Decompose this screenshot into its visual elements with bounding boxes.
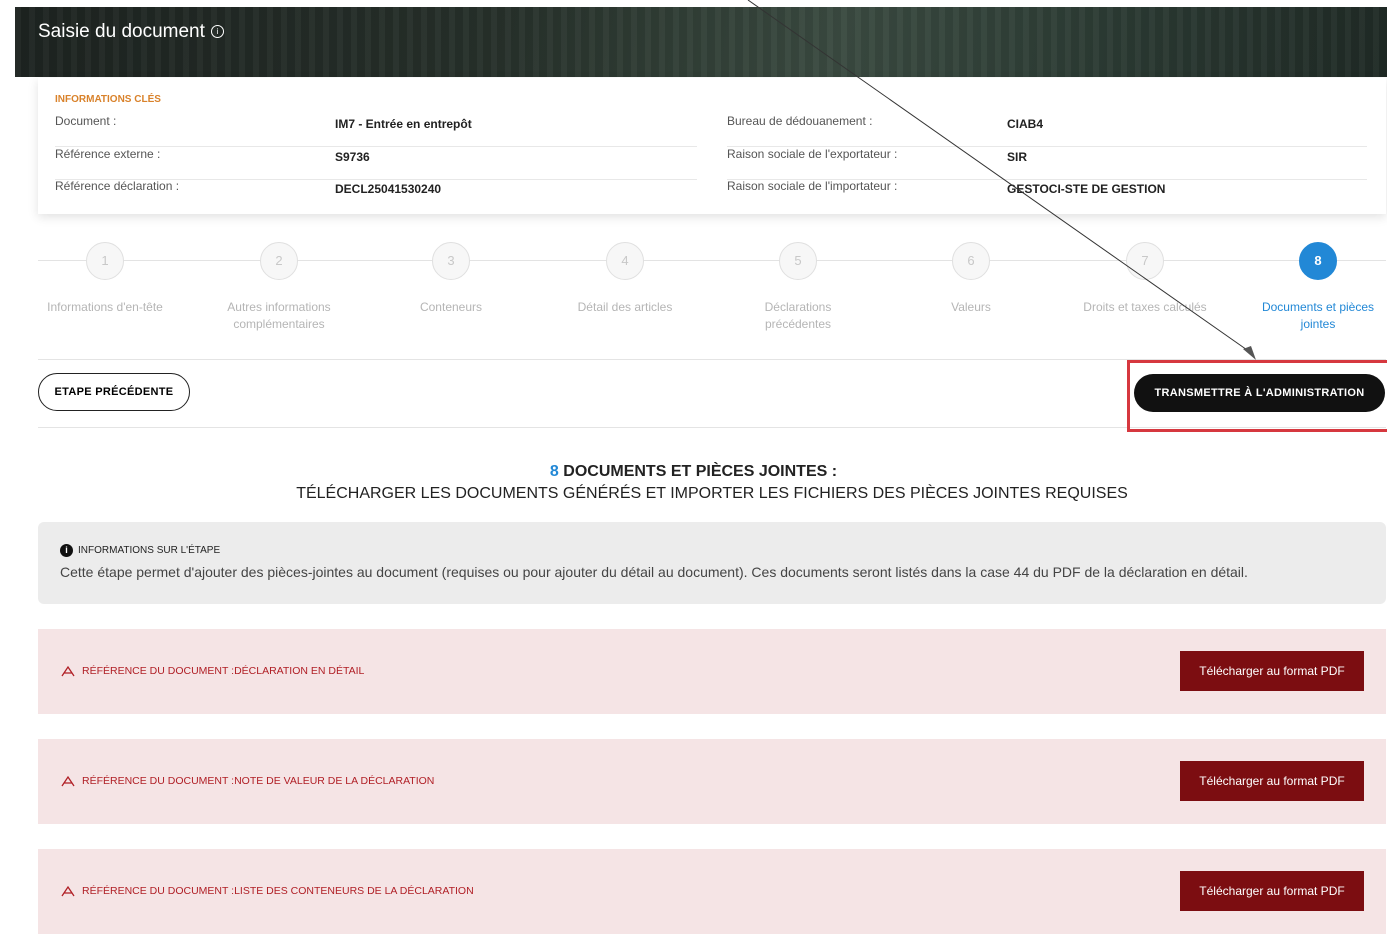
document-label-text: RÉFÉRENCE DU DOCUMENT :NOTE DE VALEUR DE… bbox=[82, 775, 435, 787]
document-label: RÉFÉRENCE DU DOCUMENT :NOTE DE VALEUR DE… bbox=[60, 775, 434, 787]
document-label-text: RÉFÉRENCE DU DOCUMENT :DÉCLARATION EN DÉ… bbox=[82, 665, 365, 677]
download-pdf-button[interactable]: Télécharger au format PDF bbox=[1180, 871, 1364, 911]
annotation-arrow-line bbox=[747, 0, 1251, 353]
document-row: RÉFÉRENCE DU DOCUMENT :NOTE DE VALEUR DE… bbox=[38, 739, 1386, 824]
pdf-icon bbox=[61, 885, 75, 897]
document-row: RÉFÉRENCE DU DOCUMENT :DÉCLARATION EN DÉ… bbox=[38, 629, 1386, 714]
document-row: RÉFÉRENCE DU DOCUMENT :LISTE DES CONTENE… bbox=[38, 849, 1386, 934]
step-information-box: i INFORMATIONS SUR L'ÉTAPE Cette étape p… bbox=[38, 522, 1386, 604]
info-icon: i bbox=[60, 544, 73, 557]
section-title: 8 DOCUMENTS ET PIÈCES JOINTES : bbox=[0, 463, 1387, 481]
pdf-icon bbox=[61, 775, 75, 787]
step-information-heading: i INFORMATIONS SUR L'ÉTAPE bbox=[60, 544, 220, 557]
download-pdf-button[interactable]: Télécharger au format PDF bbox=[1180, 761, 1364, 801]
download-pdf-button[interactable]: Télécharger au format PDF bbox=[1180, 651, 1364, 691]
page-title-text: Saisie du document bbox=[38, 21, 205, 42]
section-number: 8 bbox=[549, 463, 559, 480]
info-circle-icon[interactable]: i bbox=[210, 25, 224, 39]
section-title-text: DOCUMENTS ET PIÈCES JOINTES : bbox=[558, 463, 838, 480]
document-label-text: RÉFÉRENCE DU DOCUMENT :LISTE DES CONTENE… bbox=[82, 885, 474, 897]
step-information-heading-text: INFORMATIONS SUR L'ÉTAPE bbox=[78, 545, 221, 556]
pdf-icon bbox=[61, 665, 75, 677]
document-label: RÉFÉRENCE DU DOCUMENT :DÉCLARATION EN DÉ… bbox=[60, 665, 364, 677]
section-subtitle: TÉLÉCHARGER LES DOCUMENTS GÉNÉRÉS ET IMP… bbox=[296, 485, 1128, 502]
page-title: Saisie du document i bbox=[38, 21, 224, 43]
step-information-text: Cette étape permet d'ajouter des pièces-… bbox=[60, 564, 1248, 580]
document-label: RÉFÉRENCE DU DOCUMENT :LISTE DES CONTENE… bbox=[60, 885, 474, 897]
